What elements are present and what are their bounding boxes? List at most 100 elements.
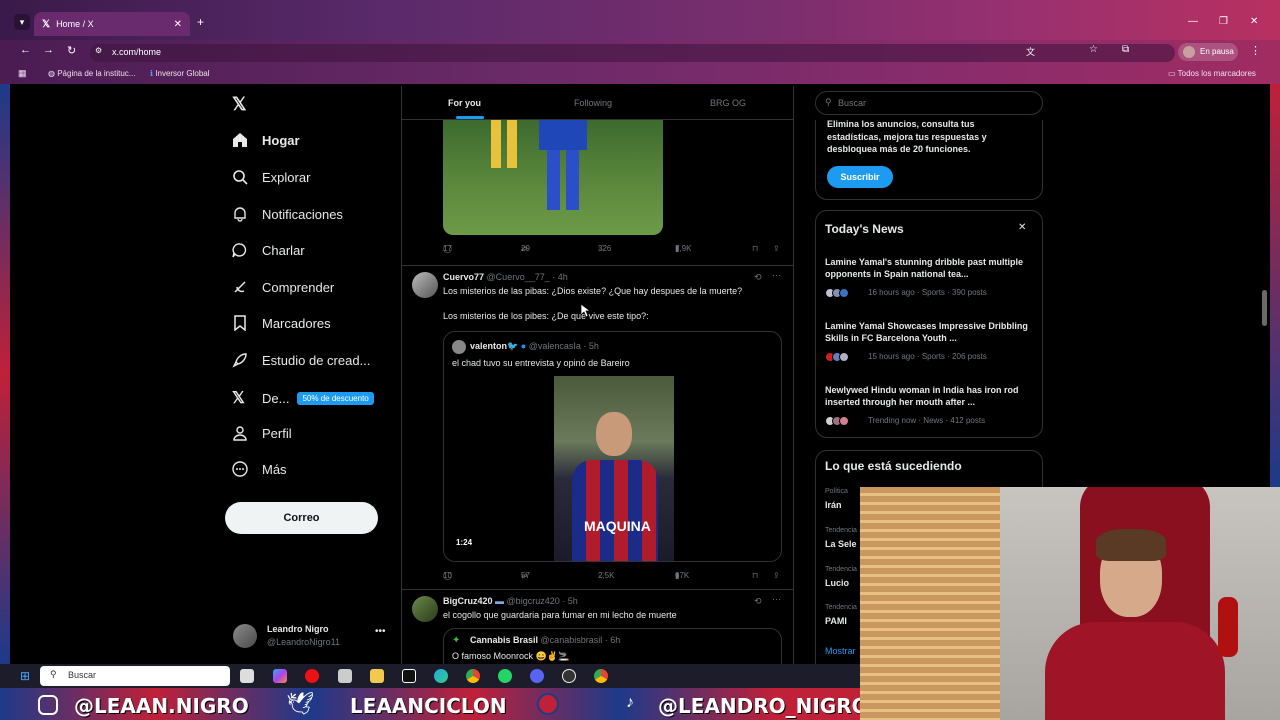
- tweet-header: BigCruz420 ▬ @bigcruz420 · 5h: [443, 596, 578, 606]
- grok-action-icon[interactable]: ⟲: [754, 596, 762, 607]
- more-circle-icon: [232, 461, 248, 477]
- app-icon[interactable]: [338, 669, 352, 683]
- windows-start-icon[interactable]: ⊞: [20, 669, 30, 683]
- extensions-icon[interactable]: ⧉: [1122, 44, 1129, 55]
- trend-item[interactable]: Lucio: [825, 578, 849, 588]
- reload-icon[interactable]: ↻: [67, 44, 76, 57]
- tweet-text: el cogollo que guardaria para fumar en m…: [443, 610, 677, 620]
- tab-close-icon[interactable]: ✕: [174, 19, 182, 30]
- banner-tiktok-handle: @LEANDRO_NIGRO: [658, 694, 869, 718]
- back-icon[interactable]: ←: [20, 44, 31, 56]
- more-dots-icon[interactable]: ···: [772, 270, 781, 280]
- tweet-media-image[interactable]: [443, 120, 663, 235]
- author-name[interactable]: Cuervo77: [443, 272, 484, 282]
- trend-item[interactable]: PAMI: [825, 616, 847, 626]
- search-icon: [233, 170, 248, 185]
- opera-icon[interactable]: [305, 669, 319, 683]
- close-icon[interactable]: ✕: [1018, 222, 1026, 233]
- profile-label: En pausa: [1200, 47, 1234, 56]
- file-explorer-icon[interactable]: [370, 669, 384, 683]
- tweet[interactable]: Cuervo77 @Cuervo__77_ · 4h ⟲ ··· Los mis…: [402, 266, 794, 591]
- minimize-icon[interactable]: —: [1188, 16, 1198, 27]
- forward-icon[interactable]: →: [43, 44, 54, 56]
- chrome-profile-icon[interactable]: [594, 669, 608, 683]
- more-dots-icon[interactable]: •••: [375, 626, 386, 637]
- search-box[interactable]: ⚲ Buscar: [815, 91, 1043, 115]
- tweet[interactable]: BigCruz420 ▬ @bigcruz420 · 5h ⟲ ··· el c…: [402, 590, 794, 664]
- window-close-icon[interactable]: ✕: [1250, 16, 1258, 27]
- discount-badge: 50% de descuento: [297, 391, 374, 405]
- sidebar-item-notifications[interactable]: Notificaciones: [232, 206, 343, 222]
- bookmark-star-icon[interactable]: ☆: [1089, 44, 1098, 55]
- profile-chip[interactable]: En pausa: [1178, 43, 1238, 61]
- copilot-icon[interactable]: [273, 669, 287, 683]
- task-view-icon[interactable]: [240, 669, 254, 683]
- edge-icon[interactable]: [434, 669, 448, 683]
- sidebar-item-explore[interactable]: Explorar: [232, 169, 310, 185]
- tab-brg-og[interactable]: BRG OG: [710, 98, 746, 108]
- sidebar-item-home[interactable]: Hogar: [232, 132, 300, 148]
- feed-tabs: For you Following BRG OG: [402, 86, 794, 120]
- whatsapp-icon[interactable]: [498, 669, 512, 683]
- quoted-text: O famoso Moonrock 😄✌️🚬: [452, 651, 570, 661]
- taskbar-search-placeholder: Buscar: [68, 670, 97, 680]
- tab-following[interactable]: Following: [574, 98, 612, 108]
- grok-icon: [234, 281, 246, 293]
- taskbar-search[interactable]: ⚲ Buscar: [40, 666, 230, 686]
- restore-icon[interactable]: ❐: [1219, 16, 1228, 27]
- author-name[interactable]: BigCruz420: [443, 596, 493, 606]
- quoted-text: el chad tuvo su entrevista y opinó de Ba…: [452, 358, 630, 368]
- obs-icon[interactable]: [562, 669, 576, 683]
- chrome-icon[interactable]: [466, 669, 480, 683]
- sidebar-item-messages[interactable]: Charlar: [232, 242, 305, 258]
- bookmark-item[interactable]: ℹ Inversor Global: [150, 69, 210, 78]
- quoted-tweet[interactable]: ✦ Cannabis Brasil @canabisbrasil · 6h O …: [443, 628, 782, 664]
- site-settings-icon[interactable]: ⚙: [95, 46, 102, 55]
- new-tab-icon[interactable]: +: [197, 15, 204, 29]
- windows-taskbar: ⊞ ⚲ Buscar: [0, 664, 860, 688]
- browser-tab-home[interactable]: 𝕏 Home / X ✕: [34, 12, 190, 36]
- address-bar[interactable]: x.com/home: [90, 44, 1175, 62]
- bookmark-item[interactable]: ◍ Página de la instituc...: [48, 69, 135, 78]
- account-handle: @LeandroNigro11: [267, 637, 341, 647]
- video-player[interactable]: MAQUINA 1:24: [444, 376, 781, 561]
- tab-for-you[interactable]: For you: [448, 98, 481, 108]
- news-item-title[interactable]: Lamine Yamal Showcases Impressive Dribbl…: [825, 320, 1030, 344]
- sidebar-item-profile[interactable]: Perfil: [232, 425, 292, 441]
- sidebar-item-creator-studio[interactable]: Estudio de cread...: [232, 352, 370, 368]
- trend-item[interactable]: La Sele: [825, 539, 857, 549]
- share-icon: ⇪: [773, 571, 780, 580]
- sidebar-item-bookmarks[interactable]: Marcadores: [232, 315, 331, 331]
- sidebar-item-more[interactable]: Más: [232, 461, 287, 477]
- author-handle[interactable]: @Cuervo__77_: [487, 272, 550, 282]
- post-button[interactable]: Correo: [225, 502, 378, 534]
- translate-icon[interactable]: 文: [1026, 45, 1035, 58]
- apps-grid-icon[interactable]: ▦: [18, 68, 27, 79]
- video-duration: 1:24: [456, 538, 473, 547]
- account-switcher[interactable]: Leandro Nigro @LeandroNigro11 •••: [230, 620, 395, 654]
- menu-dots-icon[interactable]: ⋮: [1250, 44, 1261, 57]
- news-item-title[interactable]: Newlywed Hindu woman in India has iron r…: [825, 384, 1030, 408]
- trend-item[interactable]: Irán: [825, 500, 842, 510]
- tiktok-icon: ♪: [626, 694, 634, 711]
- jersey: [572, 460, 658, 561]
- show-more-link[interactable]: Mostrar: [825, 646, 856, 656]
- x-favicon-icon: 𝕏: [42, 18, 51, 30]
- tweet-text-line-1: Los misterios de las pibas: ¿Dios existe…: [443, 286, 743, 296]
- more-dots-icon[interactable]: ···: [772, 594, 781, 604]
- discord-icon[interactable]: [530, 669, 544, 683]
- scrollbar-thumb[interactable]: [1262, 290, 1267, 326]
- sidebar-item-grok[interactable]: Comprender: [232, 279, 334, 295]
- sidebar-item-label: Notificaciones: [262, 206, 343, 222]
- tiktok-icon[interactable]: [402, 669, 416, 683]
- author-handle[interactable]: @bigcruz420: [507, 596, 560, 606]
- quoted-tweet[interactable]: valenton🐦 ● @valencasIa · 5h el chad tuv…: [443, 331, 782, 562]
- subscribe-button[interactable]: Suscribir: [827, 166, 893, 188]
- all-bookmarks[interactable]: ▭ Todos los marcadores: [1168, 69, 1256, 78]
- tab-list-chevron-icon[interactable]: ▾: [14, 14, 30, 30]
- grok-action-icon[interactable]: ⟲: [754, 272, 762, 283]
- x-logo-icon[interactable]: 𝕏: [232, 94, 247, 115]
- sidebar-item-premium[interactable]: 𝕏 De... 50% de descuento: [232, 388, 374, 408]
- news-item-title[interactable]: Lamine Yamal's stunning dribble past mul…: [825, 256, 1030, 280]
- quoted-handle: @valencasIa: [528, 341, 581, 351]
